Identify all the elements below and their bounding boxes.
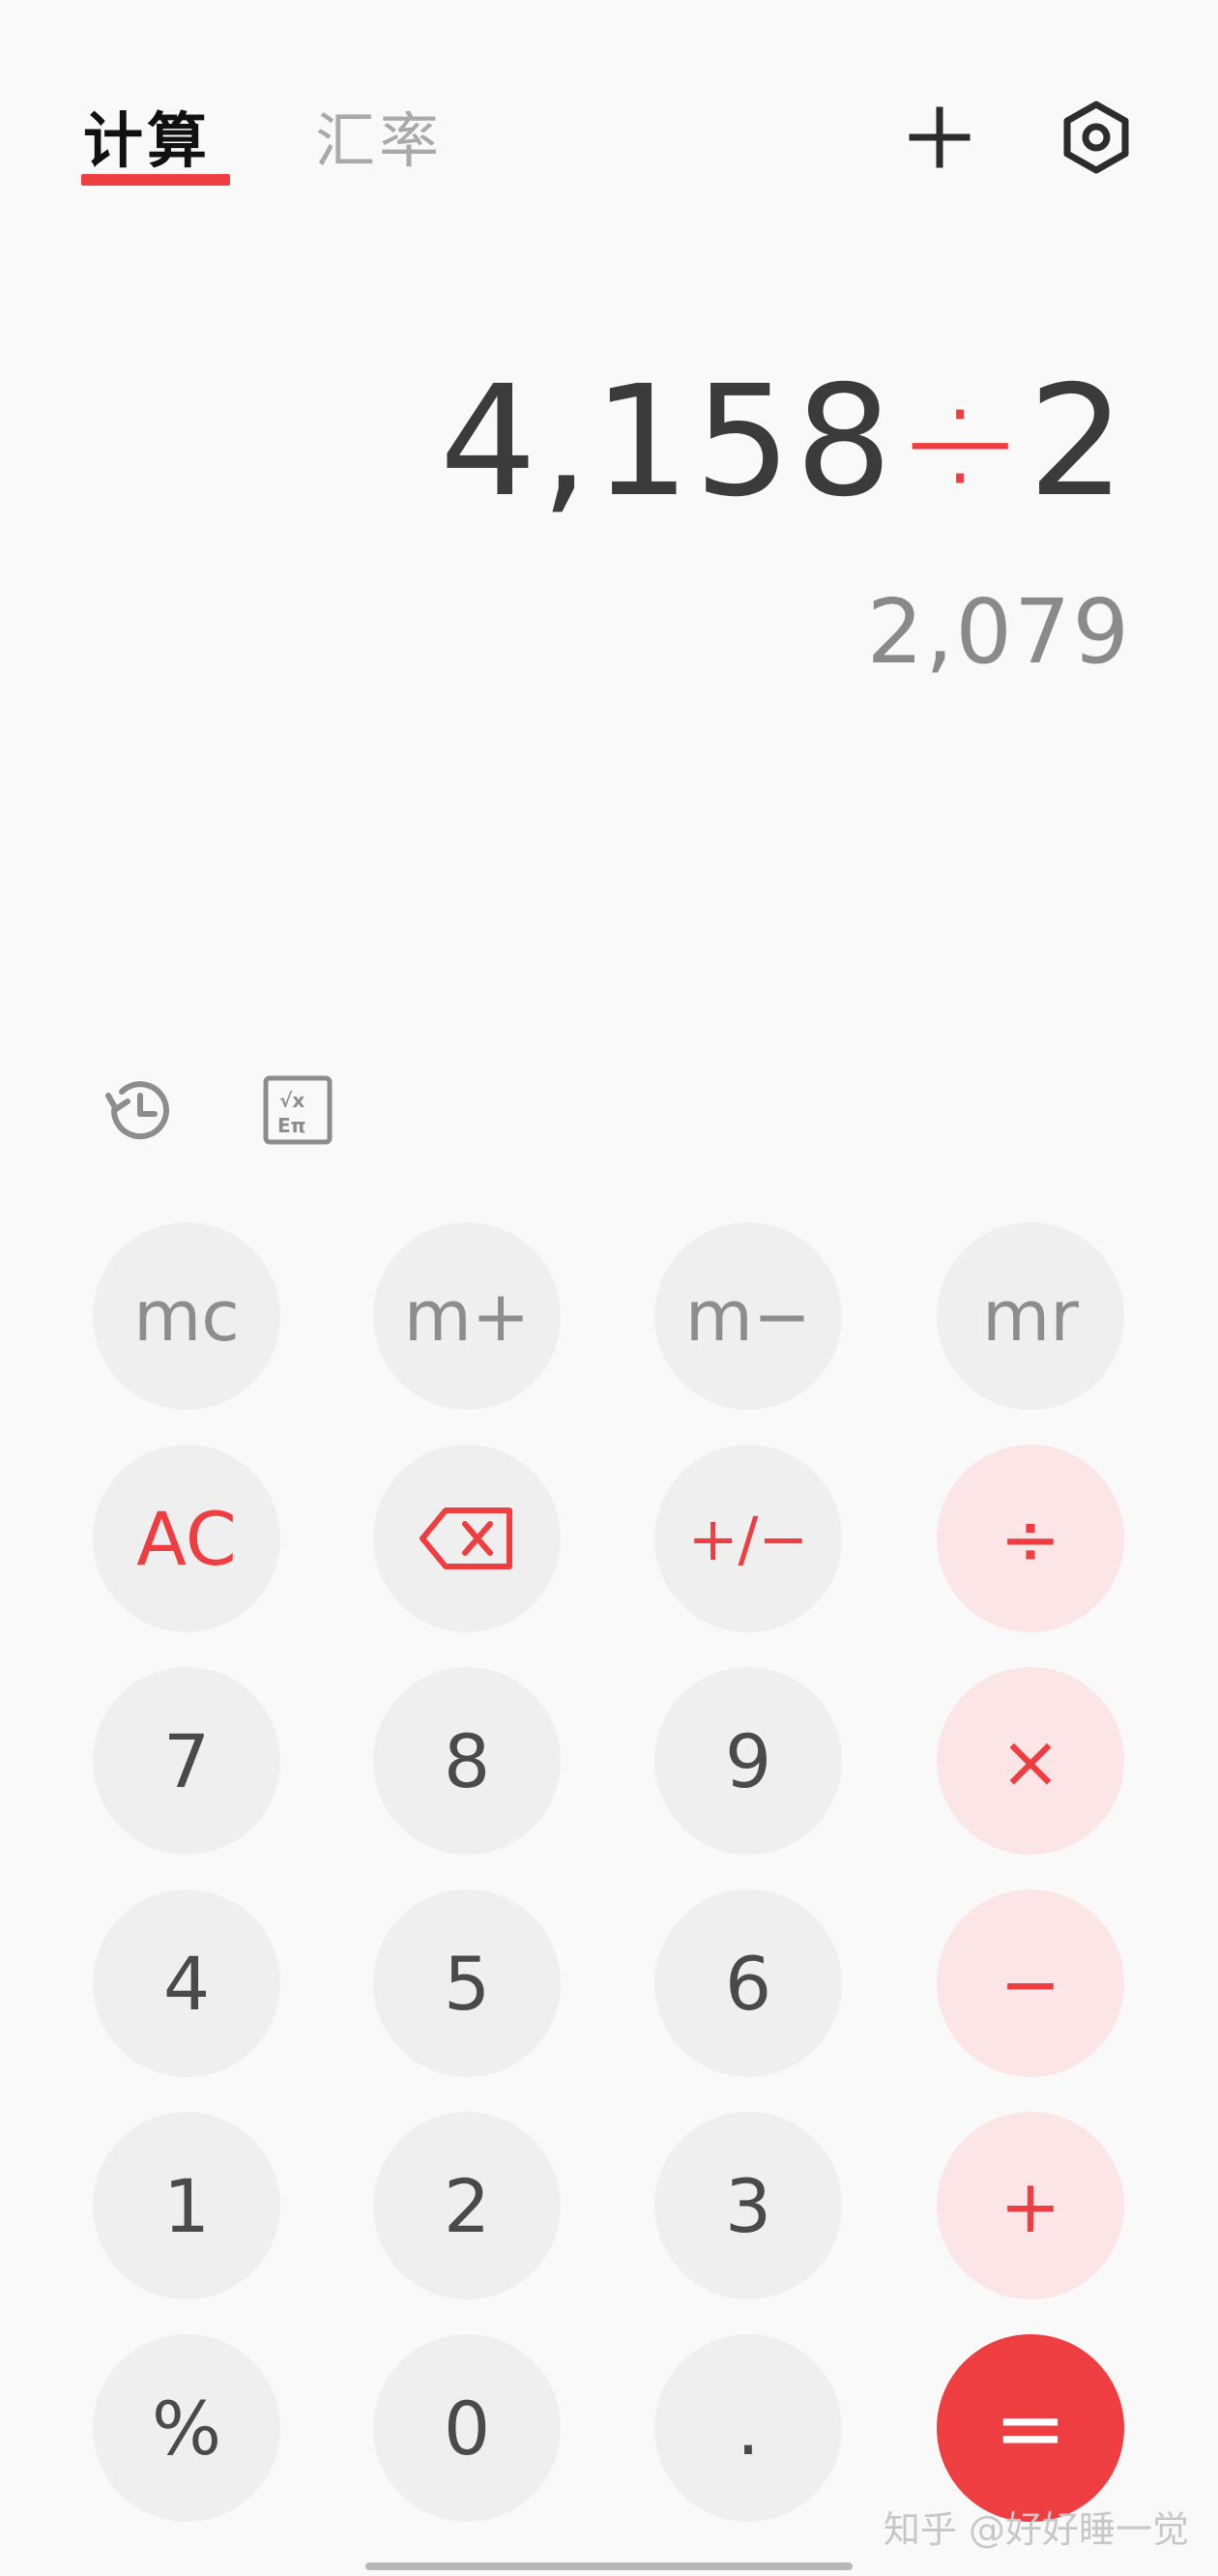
minus-button[interactable]: − bbox=[937, 1889, 1124, 2077]
digit-9-button[interactable]: 9 bbox=[654, 1667, 842, 1855]
divide-button[interactable]: ÷ bbox=[937, 1445, 1124, 1632]
digit-2-button[interactable]: 2 bbox=[373, 2112, 561, 2299]
settings-icon[interactable] bbox=[1056, 97, 1137, 178]
backspace-icon bbox=[417, 1505, 517, 1572]
tab-exchange-rate[interactable]: 汇率 bbox=[315, 92, 443, 179]
m-minus-button[interactable]: m− bbox=[654, 1222, 842, 1410]
digit-7-button[interactable]: 7 bbox=[93, 1667, 280, 1855]
svg-text:Eπ: Eπ bbox=[277, 1114, 305, 1137]
plus-minus-button[interactable]: +/− bbox=[654, 1445, 842, 1632]
digit-6-button[interactable]: 6 bbox=[654, 1889, 842, 2077]
multiply-button[interactable]: × bbox=[937, 1667, 1124, 1855]
digit-3-button[interactable]: 3 bbox=[654, 2112, 842, 2299]
expression-display: 4,158÷2 bbox=[440, 353, 1129, 531]
backspace-button[interactable] bbox=[373, 1445, 561, 1632]
operand-1: 4,158 bbox=[439, 353, 897, 531]
equals-button[interactable]: = bbox=[937, 2334, 1124, 2522]
mc-button[interactable]: mc bbox=[93, 1222, 280, 1410]
plus-button[interactable]: + bbox=[937, 2112, 1124, 2299]
result-preview: 2,079 bbox=[866, 580, 1131, 684]
operand-2: 2 bbox=[1028, 353, 1129, 531]
percent-button[interactable]: % bbox=[93, 2334, 280, 2522]
digit-0-button[interactable]: 0 bbox=[373, 2334, 561, 2522]
history-icon[interactable] bbox=[97, 1068, 180, 1152]
digit-1-button[interactable]: 1 bbox=[93, 2112, 280, 2299]
m-plus-button[interactable]: m+ bbox=[373, 1222, 561, 1410]
decimal-point-button[interactable]: . bbox=[654, 2334, 842, 2522]
operator-divide: ÷ bbox=[896, 353, 1029, 531]
watermark: 知乎 @好好睡一觉 bbox=[883, 2508, 1189, 2551]
all-clear-button[interactable]: AC bbox=[93, 1445, 280, 1632]
collapse-icon[interactable] bbox=[899, 97, 980, 178]
scientific-mode-icon[interactable]: √x Eπ bbox=[256, 1068, 339, 1152]
tab-calculator[interactable]: 计算 bbox=[83, 92, 211, 179]
digit-4-button[interactable]: 4 bbox=[93, 1889, 280, 2077]
active-tab-indicator bbox=[81, 174, 230, 186]
mr-button[interactable]: mr bbox=[937, 1222, 1124, 1410]
digit-5-button[interactable]: 5 bbox=[373, 1889, 561, 2077]
home-indicator[interactable] bbox=[365, 2562, 853, 2570]
digit-8-button[interactable]: 8 bbox=[373, 1667, 561, 1855]
svg-text:√x: √x bbox=[279, 1089, 304, 1112]
